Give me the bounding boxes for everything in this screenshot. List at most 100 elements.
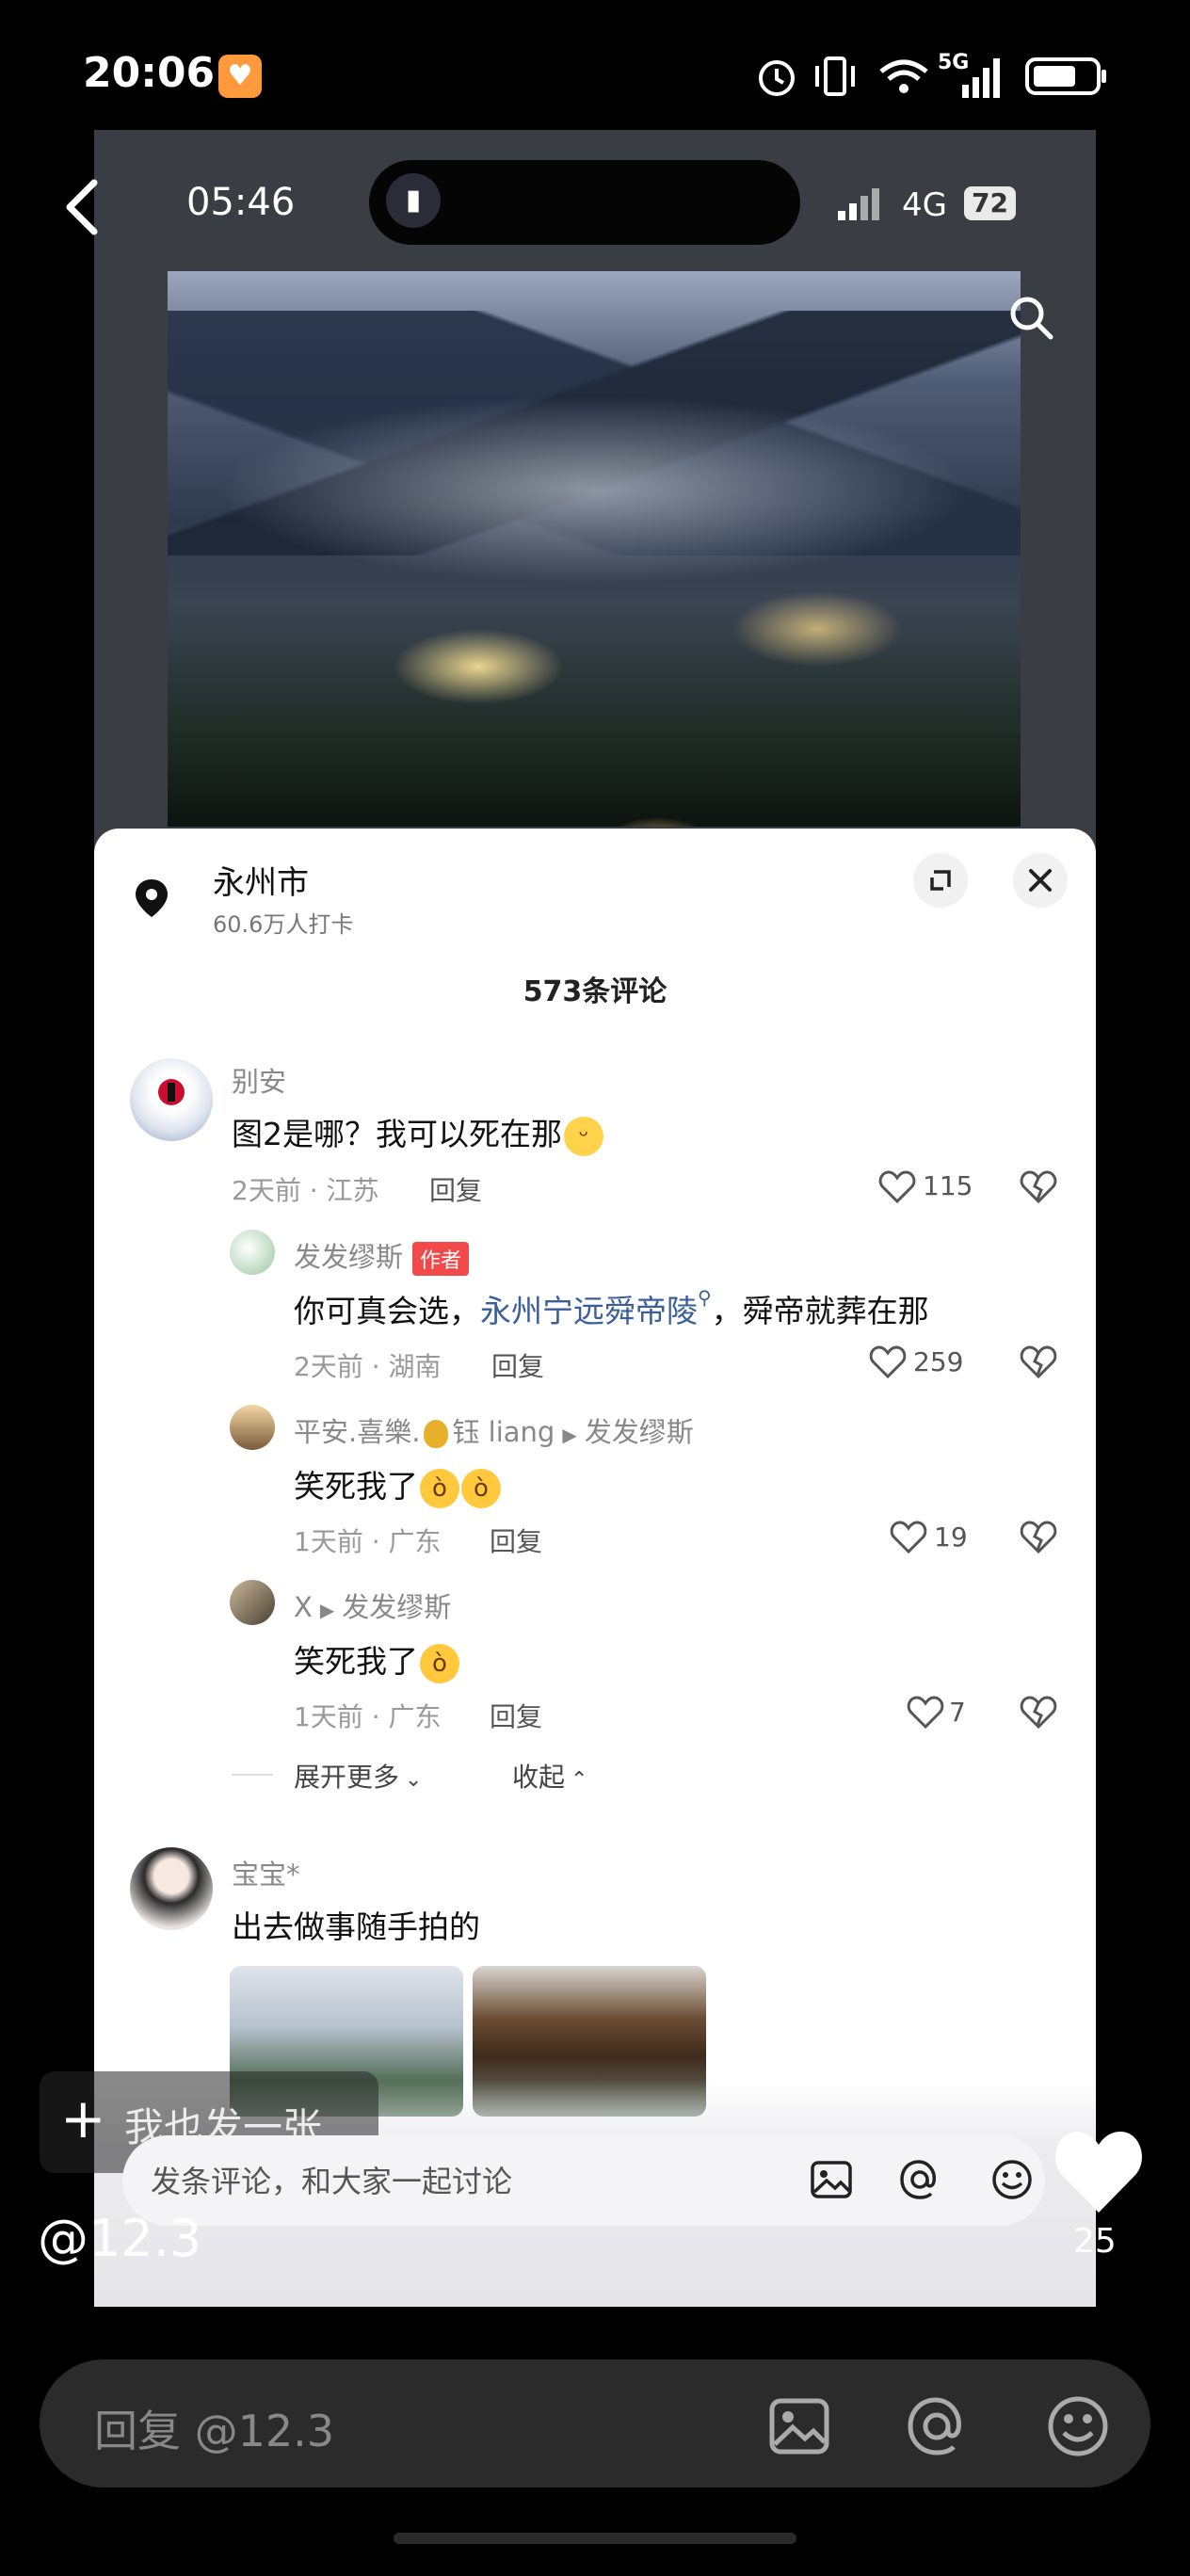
location-pin-icon <box>136 879 168 917</box>
avatar[interactable] <box>130 1847 213 1930</box>
reply-input-placeholder: 回复 @12.3 <box>94 2406 335 2456</box>
signal-icon <box>962 58 1000 98</box>
back-arrow-icon[interactable] <box>56 175 113 241</box>
reply-arrow-icon: ▶ <box>319 1599 335 1621</box>
reply-text: 笑死我了 ò ò <box>294 1461 501 1508</box>
expand-icon <box>930 870 951 891</box>
battery-icon <box>1025 57 1106 95</box>
inner-signal-icon <box>838 188 879 220</box>
reply-text-before: 你可真会选， <box>294 1293 480 1329</box>
like-count: 115 <box>923 1170 973 1201</box>
reply-button[interactable]: 回复 <box>490 1521 542 1559</box>
image-icon[interactable] <box>808 2156 855 2203</box>
heart-outline-icon[interactable] <box>889 1518 928 1555</box>
collapse-label: 收起 <box>512 1762 566 1793</box>
mist-layer <box>217 395 970 584</box>
reply-username-text: 平安.喜樂. <box>294 1416 421 1448</box>
vibrate-icon <box>815 56 855 96</box>
location-checkins: 60.6万人打卡 <box>213 911 354 938</box>
dislike-heart-icon[interactable] <box>1019 1693 1058 1731</box>
dislike-heart-icon[interactable] <box>1019 1343 1058 1380</box>
home-indicator[interactable] <box>394 2533 796 2544</box>
comment-meta: 2天前 · 江苏 <box>232 1175 379 1206</box>
reply-button[interactable]: 回复 <box>491 1346 544 1384</box>
reply-button[interactable]: 回复 <box>490 1697 542 1734</box>
laugh-cry-emoji-icon: ò <box>420 1643 459 1683</box>
mango-emoji-icon <box>424 1420 449 1448</box>
grin-emoji-icon: ᵕ <box>564 1116 603 1156</box>
search-link-icon[interactable]: ⚲ <box>698 1286 712 1309</box>
comment-username[interactable]: 别安 <box>232 1060 286 1100</box>
avatar[interactable] <box>230 1405 275 1450</box>
expand-more-label: 展开更多 <box>294 1762 400 1793</box>
like-total: 25 <box>1073 2222 1117 2261</box>
reply-username-text: 发发缪斯 <box>294 1241 404 1273</box>
image-icon[interactable] <box>764 2391 834 2461</box>
close-button[interactable] <box>1013 853 1068 908</box>
reply-username[interactable]: 平安.喜樂. 钰 liang ▶ 发发缪斯 <box>294 1410 694 1450</box>
heart-outline-icon[interactable] <box>906 1693 945 1731</box>
reply-meta: 1天前 · 广东 <box>294 1701 442 1732</box>
comment-username[interactable]: 宝宝* <box>232 1853 300 1892</box>
status-time: 20:06 <box>83 49 216 97</box>
inner-network-type: 4G <box>902 186 947 224</box>
avatar[interactable] <box>230 1230 275 1275</box>
reply-meta: 1天前 · 广东 <box>294 1526 442 1557</box>
comment-text: 出去做事随手拍的 <box>232 1908 480 1945</box>
heart-outline-icon[interactable] <box>868 1343 908 1380</box>
avatar[interactable] <box>130 1058 213 1141</box>
reply-target[interactable]: 发发缪斯 <box>342 1591 451 1623</box>
comment-input-placeholder: 发条评论，和大家一起讨论 <box>151 2164 513 2199</box>
inner-battery-badge: 72 <box>964 186 1016 220</box>
dislike-heart-icon[interactable] <box>1019 1518 1058 1555</box>
reply-arrow-icon: ▶ <box>562 1424 577 1446</box>
close-icon <box>1029 869 1052 892</box>
reply-target[interactable]: 发发缪斯 <box>585 1416 694 1448</box>
chevron-up-icon: ⌃ <box>571 1768 588 1792</box>
chevron-down-icon: ⌄ <box>405 1768 423 1792</box>
expand-button[interactable] <box>913 853 968 908</box>
dislike-heart-icon[interactable] <box>1019 1167 1058 1205</box>
emoji-icon[interactable] <box>989 2156 1036 2203</box>
alarm-icon <box>759 60 795 96</box>
wifi-icon <box>879 59 928 93</box>
comment-text-body: 图2是哪？我可以死在那 <box>232 1116 562 1152</box>
like-count: 259 <box>913 1346 964 1377</box>
club-crest-icon <box>158 1079 185 1105</box>
author-badge: 作者 <box>412 1242 470 1276</box>
app-notification-icon: ♥ <box>218 55 262 98</box>
reply-meta: 2天前 · 湖南 <box>294 1351 442 1382</box>
laugh-cry-emoji-icon: ò <box>461 1468 501 1508</box>
reply-button[interactable]: 回复 <box>429 1170 482 1208</box>
location-name[interactable]: 永州市 <box>213 857 309 903</box>
reply-username-text: X <box>294 1591 313 1623</box>
at-icon[interactable] <box>896 2156 943 2203</box>
flashlight-icon: ▮ <box>386 173 441 228</box>
reply-text: 笑死我了 ò <box>294 1636 459 1683</box>
author-handle[interactable]: @12.3 <box>38 2209 201 2268</box>
search-icon[interactable] <box>1007 294 1054 341</box>
reply-username-tail: 钰 liang <box>452 1416 555 1448</box>
place-link[interactable]: 永州宁远舜帝陵 <box>480 1293 698 1329</box>
like-count: 19 <box>934 1521 968 1553</box>
heart-outline-icon[interactable] <box>877 1167 917 1205</box>
reply-text-body: 笑死我了 <box>294 1643 418 1680</box>
comments-count: 573条评论 <box>523 975 667 1008</box>
at-icon[interactable] <box>902 2391 972 2461</box>
comment-text: 图2是哪？我可以死在那 ᵕ <box>232 1109 603 1156</box>
emoji-icon[interactable] <box>1043 2391 1113 2461</box>
reply-text: 你可真会选，永州宁远舜帝陵⚲，舜帝就葬在那 <box>294 1286 929 1331</box>
plus-icon: + <box>60 2086 106 2150</box>
like-count: 7 <box>949 1697 966 1728</box>
reply-username[interactable]: X ▶ 发发缪斯 <box>294 1586 451 1625</box>
inner-status-time: 05:46 <box>186 181 296 224</box>
expand-more-button[interactable]: 展开更多 ⌄ <box>294 1757 422 1795</box>
like-heart-icon[interactable] <box>1047 2118 1150 2222</box>
divider-line <box>232 1774 273 1776</box>
avatar[interactable] <box>230 1580 275 1625</box>
laugh-cry-emoji-icon: ò <box>420 1468 459 1508</box>
reply-text-body: 笑死我了 <box>294 1468 418 1505</box>
reply-username[interactable]: 发发缪斯 作者 <box>294 1235 470 1276</box>
collapse-button[interactable]: 收起 ⌃ <box>512 1757 587 1795</box>
reply-text-after: ，舜帝就葬在那 <box>711 1293 929 1329</box>
